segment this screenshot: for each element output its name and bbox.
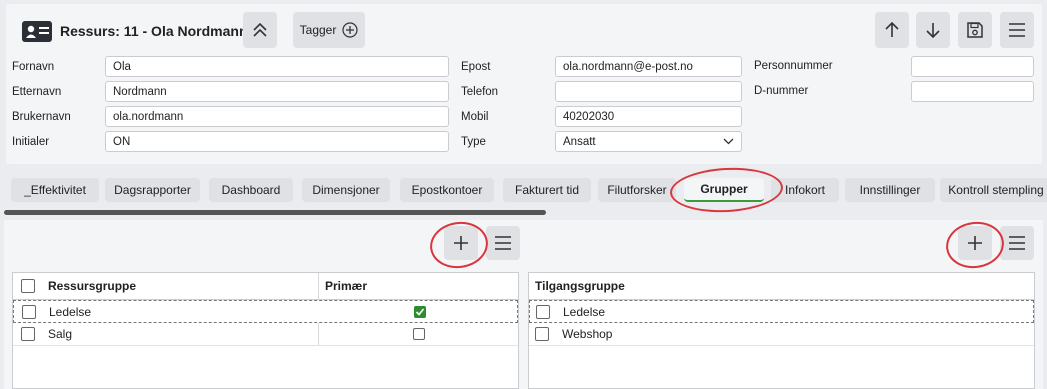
- groups-panel: Ressursgruppe Primær Ledelse Salg Tilgan…: [4, 220, 1043, 389]
- tab-dagsrapporter[interactable]: Dagsrapporter: [105, 178, 200, 202]
- ressursgruppe-grid: Ressursgruppe Primær Ledelse Salg: [12, 272, 519, 389]
- fornavn-label: Fornavn: [12, 61, 55, 73]
- ressursgruppe-menu-button[interactable]: [486, 226, 520, 260]
- select-all-checkbox[interactable]: [21, 279, 35, 293]
- initialer-field[interactable]: ON: [105, 131, 449, 152]
- telefon-label: Telefon: [461, 86, 499, 98]
- personnummer-label: Personnummer: [754, 60, 833, 72]
- checkmark-icon: [415, 307, 425, 316]
- ressursgruppe-header-row: Ressursgruppe Primær: [13, 273, 518, 300]
- previous-record-button[interactable]: [875, 12, 909, 48]
- tilgangsgruppe-header-row: Tilgangsgruppe: [529, 273, 1034, 300]
- type-label: Type: [461, 136, 486, 148]
- row-checkbox[interactable]: [22, 304, 36, 319]
- primary-checkbox[interactable]: [413, 328, 425, 340]
- row-name: Salg: [48, 327, 73, 341]
- row-checkbox[interactable]: [535, 327, 549, 341]
- id-card-icon: [22, 21, 52, 42]
- type-select-value: Ansatt: [563, 135, 596, 148]
- page-title: Ressurs: 11 - Ola Nordmann: [60, 23, 248, 39]
- column-divider: [318, 323, 319, 345]
- tab-bar: _Effektivitet Dagsrapporter Dashboard Di…: [0, 172, 1047, 216]
- arrow-down-icon: [926, 23, 940, 39]
- table-row[interactable]: Ledelse: [529, 300, 1034, 323]
- tab-filutforsker[interactable]: Filutforsker: [598, 178, 676, 202]
- tab-grupper[interactable]: Grupper: [684, 178, 764, 202]
- epost-label: Epost: [461, 61, 491, 73]
- tags-button[interactable]: Tagger: [293, 12, 365, 48]
- mobil-label: Mobil: [461, 111, 489, 123]
- mobil-field[interactable]: 40202030: [555, 106, 742, 127]
- add-tilgangsgruppe-button[interactable]: [958, 226, 992, 260]
- primaer-column-header[interactable]: Primær: [325, 279, 367, 293]
- tilgangsgruppe-grid: Tilgangsgruppe Ledelse Webshop: [528, 272, 1035, 389]
- row-checkbox[interactable]: [21, 327, 35, 341]
- tab-innstillinger[interactable]: Innstillinger: [845, 178, 935, 202]
- hamburger-menu-icon: [1009, 236, 1025, 250]
- fornavn-field[interactable]: Ola: [105, 56, 449, 77]
- save-button[interactable]: [958, 12, 992, 48]
- tab-kontroll-stempling[interactable]: Kontroll stempling: [940, 178, 1047, 202]
- row-name: Ledelse: [49, 304, 92, 319]
- arrow-up-icon: [885, 21, 899, 37]
- add-ressursgruppe-button[interactable]: [444, 226, 478, 260]
- hamburger-menu-icon: [495, 236, 511, 250]
- table-row[interactable]: Salg: [13, 323, 518, 346]
- tab-epostkontoer[interactable]: Epostkontoer: [400, 178, 494, 202]
- plus-icon: [454, 236, 468, 250]
- add-circle-icon: [342, 22, 358, 38]
- telefon-field[interactable]: [555, 81, 742, 102]
- row-checkbox[interactable]: [536, 304, 550, 319]
- dnummer-label: D-nummer: [754, 85, 809, 97]
- table-row[interactable]: Webshop: [529, 323, 1034, 346]
- next-record-button[interactable]: [916, 12, 950, 48]
- ressursgruppe-column-header[interactable]: Ressursgruppe: [48, 279, 136, 293]
- personnummer-field[interactable]: [911, 56, 1034, 77]
- epost-field[interactable]: ola.nordmann@e-post.no: [555, 56, 742, 77]
- dnummer-field[interactable]: [911, 81, 1034, 102]
- hamburger-menu-icon: [1009, 23, 1025, 37]
- resource-header: Ressurs: 11 - Ola Nordmann Tagger Fornav…: [6, 4, 1042, 164]
- primary-checkbox[interactable]: [414, 305, 426, 318]
- double-chevron-up-icon: [253, 22, 267, 37]
- etternavn-field[interactable]: Nordmann: [105, 81, 449, 102]
- save-icon: [967, 22, 983, 38]
- tab-infokort[interactable]: Infokort: [771, 178, 839, 202]
- tab-effektivitet[interactable]: _Effektivitet: [11, 178, 99, 202]
- tilgangsgruppe-menu-button[interactable]: [1000, 226, 1034, 260]
- brukernavn-label: Brukernavn: [12, 111, 71, 123]
- tilgangsgruppe-column-header[interactable]: Tilgangsgruppe: [535, 279, 625, 293]
- row-name: Webshop: [562, 327, 613, 341]
- chevron-down-icon: [723, 138, 734, 145]
- row-name: Ledelse: [563, 304, 606, 319]
- header-menu-button[interactable]: [1000, 12, 1034, 48]
- table-row[interactable]: Ledelse: [13, 300, 518, 323]
- tab-fakturert-tid[interactable]: Fakturert tid: [503, 178, 591, 202]
- tab-scrollbar[interactable]: [4, 210, 546, 215]
- brukernavn-field[interactable]: ola.nordmann: [105, 106, 449, 127]
- plus-icon: [968, 236, 982, 250]
- initialer-label: Initialer: [12, 136, 50, 148]
- column-divider: [318, 273, 319, 299]
- tags-label: Tagger: [299, 23, 337, 37]
- tab-dimensjoner[interactable]: Dimensjoner: [302, 178, 390, 202]
- collapse-button[interactable]: [243, 12, 277, 48]
- type-select[interactable]: Ansatt: [555, 131, 742, 152]
- tab-dashboard[interactable]: Dashboard: [209, 178, 293, 202]
- etternavn-label: Etternavn: [12, 86, 62, 98]
